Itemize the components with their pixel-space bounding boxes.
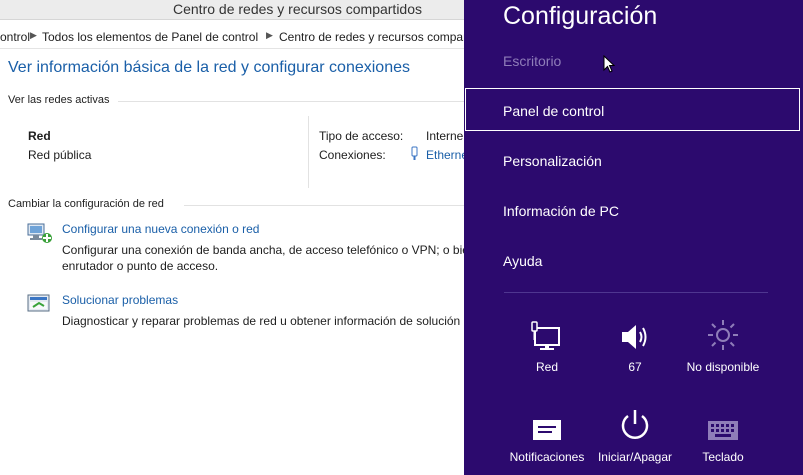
breadcrumb-separator-icon: ▶ [266,30,273,40]
charm-item-pc-info[interactable]: Información de PC [503,203,619,219]
page-title: Ver información básica de la red y confi… [8,59,410,76]
column-divider [308,116,309,188]
tile-volume-label: 67 [628,360,642,374]
charm-item-personalization[interactable]: Personalización [503,153,602,169]
tile-power-label: Iniciar/Apagar [597,450,673,464]
brightness-icon [708,320,738,350]
settings-charm: Configuración Escritorio Panel de contro… [464,0,803,475]
troubleshoot-link[interactable]: Solucionar problemas [62,293,178,307]
active-networks-label: Ver las redes activas [8,94,110,106]
new-connection-description-cont: enrutador o punto de acceso. [62,259,219,273]
tile-brightness[interactable]: No disponible [678,312,768,374]
change-settings-label: Cambiar la configuración de red [8,198,164,210]
new-connection-icon [27,223,52,243]
new-connection-description: Configurar una conexión de banda ancha, … [62,243,469,257]
network-type[interactable]: Red pública [28,148,91,162]
tile-keyboard-label: Teclado [702,450,744,464]
charm-divider [504,292,768,293]
charm-item-desktop[interactable]: Escritorio [503,53,561,69]
tile-power[interactable]: Iniciar/Apagar [590,402,680,464]
section-divider [184,205,464,206]
keyboard-icon [708,421,738,440]
connections-label: Conexiones: [319,148,386,162]
breadcrumb-network-center[interactable]: Centro de redes y recursos compartidos [279,30,492,44]
network-name: Red [28,129,51,143]
troubleshoot-description: Diagnosticar y reparar problemas de red … [62,314,471,328]
volume-icon [622,325,647,349]
tile-volume[interactable]: 67 [590,312,680,374]
notifications-icon [533,420,561,440]
ethernet-icon [411,146,418,160]
ethernet-link[interactable]: Etherne [426,148,468,162]
access-type-label: Tipo de acceso: [319,129,404,143]
network-monitor-icon [531,321,560,350]
tile-notifications-label: Notificaciones [509,450,585,464]
power-icon [621,410,649,439]
breadcrumb-all-items[interactable]: Todos los elementos de Panel de control [42,30,258,44]
tile-brightness-label: No disponible [686,360,760,374]
access-type-value: Interne [426,129,464,143]
charm-item-control-panel[interactable]: Panel de control [503,103,604,119]
tile-network[interactable]: Red [502,312,592,374]
breadcrumb-control-panel[interactable]: ontrol [0,30,30,44]
charm-title: Configuración [503,2,658,30]
new-connection-link[interactable]: Configurar una nueva conexión o red [62,222,259,236]
mouse-cursor-icon [603,55,615,73]
charm-item-help[interactable]: Ayuda [503,253,542,269]
section-divider [118,101,464,102]
tile-network-label: Red [535,360,558,374]
breadcrumb-separator-icon: ▶ [30,30,37,40]
troubleshoot-icon [27,294,50,312]
tile-keyboard[interactable]: Teclado [678,402,768,464]
tile-notifications[interactable]: Notificaciones [502,402,592,464]
